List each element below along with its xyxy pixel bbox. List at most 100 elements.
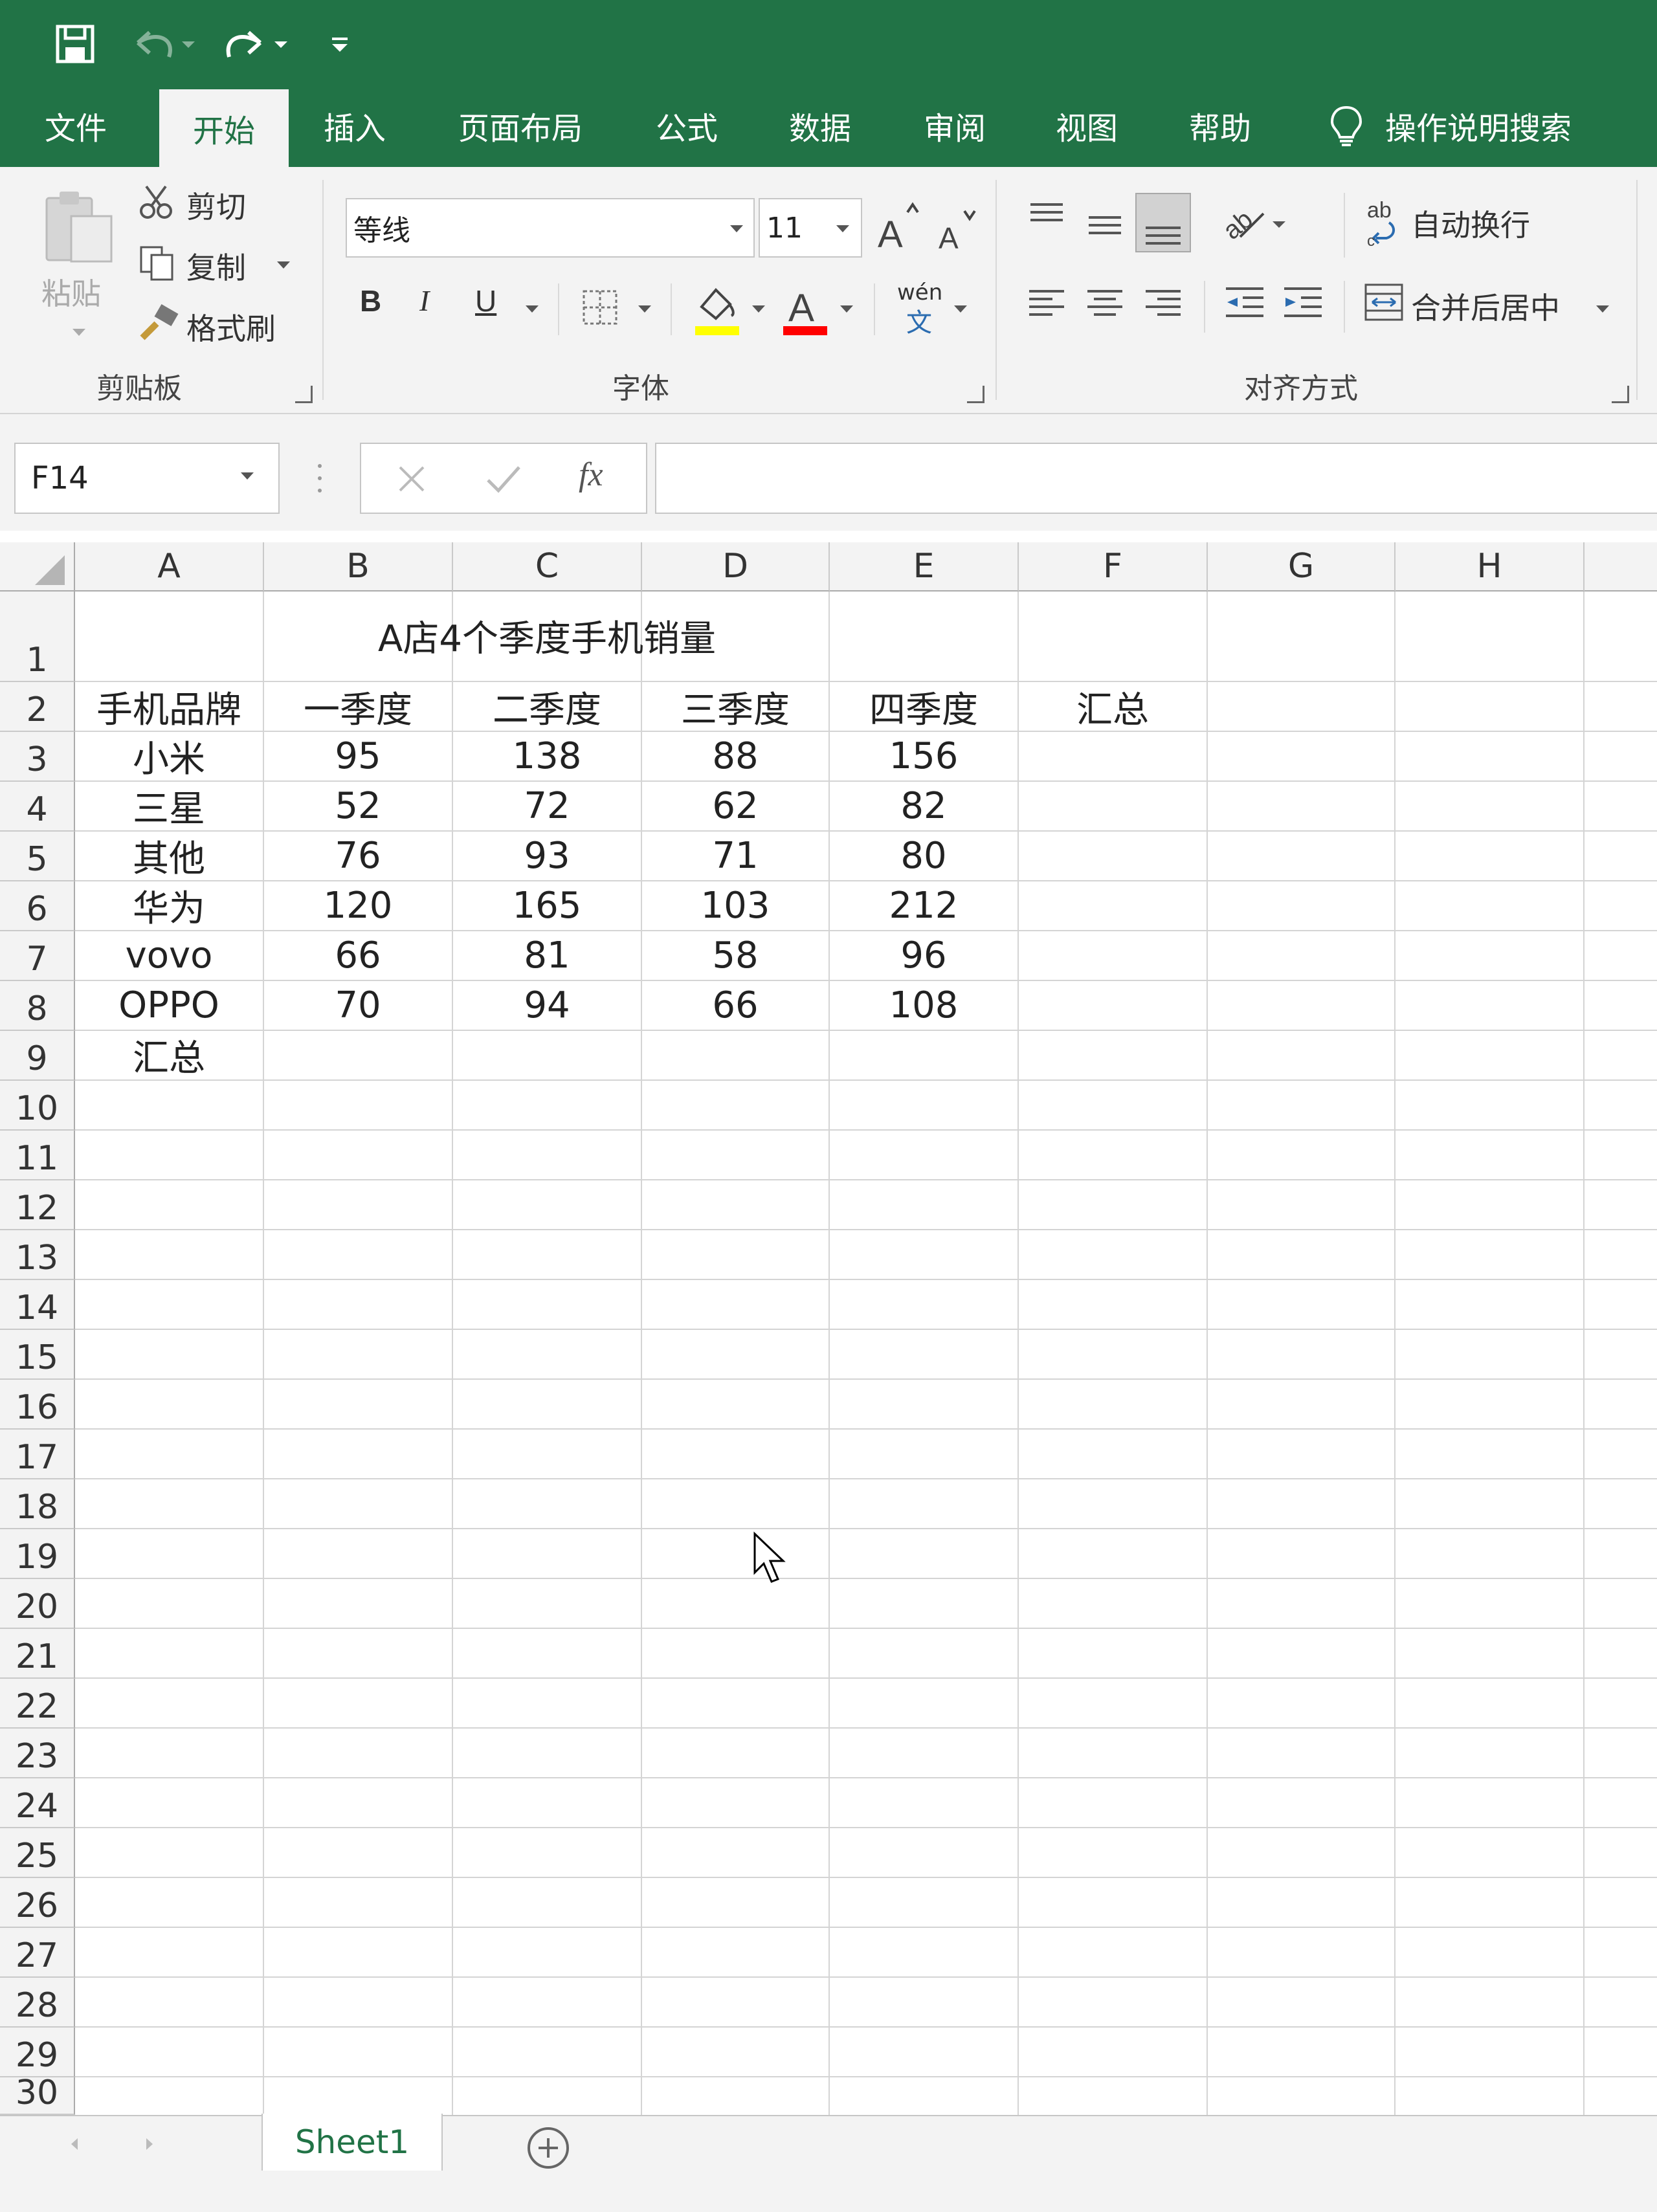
tell-me-search[interactable]: 操作说明搜索	[1385, 84, 1592, 167]
decrease-font-icon[interactable]: A	[936, 207, 979, 255]
font-name-select[interactable]: 等线	[346, 198, 755, 258]
row-header[interactable]: 25	[0, 1828, 75, 1878]
cell-e6[interactable]: 212	[830, 881, 1018, 930]
merge-center-icon[interactable]	[1363, 281, 1405, 324]
formula-input[interactable]	[655, 443, 1657, 514]
col-header-e[interactable]: E	[830, 542, 1019, 592]
align-right-icon[interactable]	[1140, 280, 1186, 325]
font-launcher-icon[interactable]	[967, 386, 984, 403]
row-header[interactable]: 28	[0, 1978, 75, 2028]
cell-a4[interactable]: 三星	[75, 781, 263, 830]
cell-c6[interactable]: 165	[453, 881, 641, 930]
cell-a5[interactable]: 其他	[75, 831, 263, 880]
cell-d6[interactable]: 103	[642, 881, 828, 930]
cell-b2[interactable]: 一季度	[264, 682, 452, 731]
font-color-dropdown-icon[interactable]	[840, 305, 853, 313]
merge-center-button[interactable]: 合并后居中	[1411, 285, 1560, 327]
copy-icon[interactable]	[137, 243, 176, 282]
row-header[interactable]: 15	[0, 1330, 75, 1380]
fill-color-dropdown-icon[interactable]	[752, 305, 765, 313]
increase-indent-icon[interactable]	[1279, 280, 1327, 325]
fill-color-icon[interactable]	[693, 281, 742, 338]
merge-dropdown-icon[interactable]	[1596, 305, 1609, 313]
col-header-f[interactable]: F	[1019, 542, 1208, 592]
cell-b5[interactable]: 76	[264, 831, 452, 880]
format-painter-button[interactable]: 格式刷	[186, 305, 276, 348]
bold-button[interactable]: B	[360, 283, 381, 318]
select-all-button[interactable]	[0, 542, 75, 592]
underline-dropdown-icon[interactable]	[526, 305, 539, 313]
row-header[interactable]: 19	[0, 1529, 75, 1579]
paste-icon[interactable]	[39, 186, 123, 264]
cell-a6[interactable]: 华为	[75, 881, 263, 930]
row-header[interactable]: 18	[0, 1479, 75, 1529]
cell-e2[interactable]: 四季度	[830, 682, 1018, 731]
cell-d2[interactable]: 三季度	[642, 682, 828, 731]
row-header[interactable]: 20	[0, 1579, 75, 1629]
row-header[interactable]: 4	[0, 782, 75, 832]
row-header[interactable]: 12	[0, 1180, 75, 1230]
row-header[interactable]: 1	[0, 592, 75, 682]
wrap-text-button[interactable]: 自动换行	[1411, 202, 1530, 245]
row-header[interactable]: 8	[0, 981, 75, 1031]
row-header[interactable]: 9	[0, 1031, 75, 1081]
paste-label[interactable]: 粘贴	[41, 271, 101, 313]
undo-icon[interactable]	[127, 18, 198, 70]
lightbulb-icon[interactable]	[1327, 104, 1366, 149]
cell-b4[interactable]: 52	[264, 781, 452, 830]
row-header[interactable]: 14	[0, 1280, 75, 1330]
insert-function-button[interactable]: fx	[579, 456, 630, 501]
cell-a3[interactable]: 小米	[75, 731, 263, 780]
row-header[interactable]: 3	[0, 732, 75, 782]
row-header[interactable]: 30	[0, 2074, 75, 2115]
col-header-b[interactable]: B	[264, 542, 453, 592]
col-header-partial[interactable]	[1585, 542, 1657, 592]
cell-c7[interactable]: 81	[453, 931, 641, 980]
row-header[interactable]: 10	[0, 1081, 75, 1131]
borders-icon[interactable]	[580, 287, 620, 327]
save-icon[interactable]	[49, 18, 101, 70]
row-header[interactable]: 26	[0, 1878, 75, 1928]
row-header[interactable]: 29	[0, 2028, 75, 2077]
name-box-dropdown-icon[interactable]	[241, 472, 254, 480]
row-header[interactable]: 13	[0, 1230, 75, 1280]
align-bottom-icon[interactable]	[1135, 193, 1191, 252]
underline-button[interactable]: U	[475, 283, 496, 318]
row-header[interactable]: 27	[0, 1928, 75, 1978]
copy-button[interactable]: 复制	[186, 245, 246, 287]
cell-b3[interactable]: 95	[264, 731, 452, 780]
tab-file[interactable]: 文件	[14, 84, 137, 167]
cancel-icon[interactable]	[394, 461, 430, 497]
tab-review[interactable]: 审阅	[893, 84, 1016, 167]
cell-d3[interactable]: 88	[642, 731, 828, 780]
cell-b6[interactable]: 120	[264, 881, 452, 930]
scroll-right-icon[interactable]	[140, 2134, 159, 2154]
redo-icon[interactable]	[220, 18, 291, 70]
phonetic-dropdown-icon[interactable]	[954, 305, 967, 313]
clipboard-launcher-icon[interactable]	[295, 386, 313, 403]
font-size-dropdown-icon[interactable]	[836, 225, 849, 232]
row-header[interactable]: 2	[0, 682, 75, 732]
cell-d5[interactable]: 71	[642, 831, 828, 880]
decrease-indent-icon[interactable]	[1221, 280, 1269, 325]
wrap-text-icon[interactable]: ab c	[1363, 193, 1402, 251]
tab-view[interactable]: 视图	[1025, 84, 1148, 167]
row-header[interactable]: 6	[0, 881, 75, 931]
cell-d7[interactable]: 58	[642, 931, 828, 980]
borders-dropdown-icon[interactable]	[638, 305, 651, 313]
scroll-left-icon[interactable]	[65, 2134, 84, 2154]
cell-c3[interactable]: 138	[453, 731, 641, 780]
align-left-icon[interactable]	[1024, 280, 1069, 325]
cell-a7[interactable]: vovo	[75, 931, 263, 980]
align-middle-icon[interactable]	[1082, 203, 1128, 249]
cell-d8[interactable]: 66	[642, 980, 828, 1030]
phonetic-icon[interactable]: wén 文	[895, 280, 946, 338]
row-header[interactable]: 11	[0, 1131, 75, 1180]
alignment-launcher-icon[interactable]	[1612, 386, 1629, 403]
orientation-icon[interactable]: ab	[1218, 198, 1292, 250]
tab-home[interactable]: 开始	[159, 89, 289, 167]
cut-button[interactable]: 剪切	[186, 184, 246, 227]
cell-e8[interactable]: 108	[830, 980, 1018, 1030]
col-header-a[interactable]: A	[75, 542, 264, 592]
cell-c4[interactable]: 72	[453, 781, 641, 830]
